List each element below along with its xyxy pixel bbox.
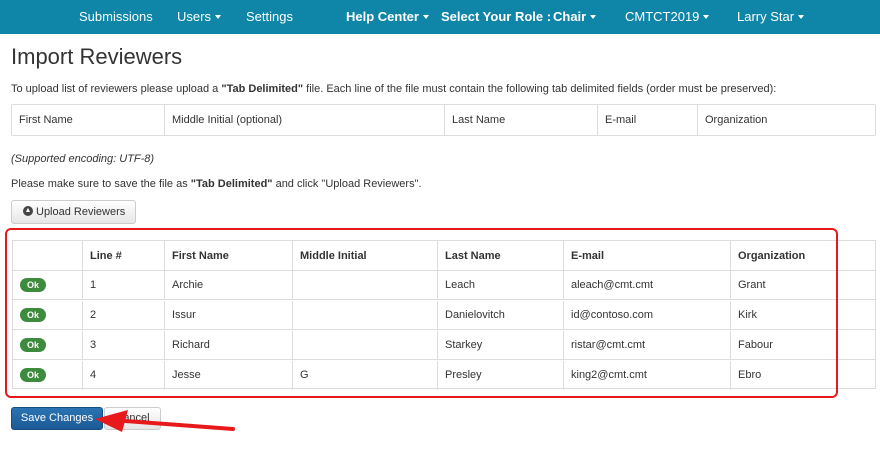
status-cell: Ok [13,331,83,359]
last-name-cell: Presley [438,361,564,390]
upload-reviewers-label: Upload Reviewers [36,206,126,218]
nav-submissions[interactable]: Submissions [79,0,153,34]
first-name-cell: Richard [165,331,293,359]
table-row: Ok 2 Issur Danielovitch id@contoso.com K… [13,301,875,330]
table-row: Ok 3 Richard Starkey ristar@cmt.cmt Fabo… [13,331,875,360]
last-name-cell: Danielovitch [438,301,564,329]
header-middle-initial: Middle Initial [293,241,438,270]
middle-initial-cell: G [293,361,438,390]
save-changes-button[interactable]: Save Changes [11,407,103,430]
status-badge: Ok [20,368,46,383]
middle-initial-cell [293,301,438,329]
status-cell: Ok [13,301,83,329]
role-value: Chair [553,9,587,24]
status-badge: Ok [20,338,46,353]
upload-reviewers-button[interactable]: ▲ Upload Reviewers [11,200,136,224]
status-cell: Ok [13,271,83,299]
conference-selector[interactable]: CMTCT2019 [625,0,710,34]
field-middle-initial: Middle Initial (optional) [165,105,445,135]
save-note-post: and click "Upload Reviewers". [272,178,422,190]
chevron-down-icon [422,14,429,19]
email-cell: king2@cmt.cmt [564,361,731,390]
encoding-note: (Supported encoding: UTF-8) [11,153,155,165]
cancel-button[interactable]: Cancel [104,407,161,430]
table-header: Line # First Name Middle Initial Last Na… [13,241,875,271]
field-first-name: First Name [12,105,165,135]
email-cell: ristar@cmt.cmt [564,331,731,359]
line-cell: 3 [83,331,165,359]
status-badge: Ok [20,278,46,293]
field-order-table: First Name Middle Initial (optional) Las… [11,104,876,136]
organization-cell: Kirk [738,309,757,321]
middle-initial-cell [293,271,438,299]
middle-initial-cell [293,331,438,359]
chevron-down-icon [214,14,221,19]
header-last-name: Last Name [438,241,564,270]
save-note-pre: Please make sure to save the file as [11,178,191,190]
nav-users[interactable]: Users [177,0,221,34]
line-cell: 2 [83,301,165,329]
user-menu[interactable]: Larry Star [737,0,805,34]
table-row: Ok 1 Archie Leach aleach@cmt.cmt Grant [13,271,875,300]
organization-cell: Ebro [738,369,762,381]
page-title: Import Reviewers [11,44,183,69]
nav-settings[interactable]: Settings [246,0,293,34]
nav-help-center-label: Help Center [346,9,419,24]
header-email: E-mail [564,241,731,270]
last-name-cell: Leach [438,271,564,299]
save-note-format: "Tab Delimited" [190,178,273,190]
organization-cell: Fabour [738,339,773,351]
status-badge: Ok [20,308,46,323]
status-cell: Ok [13,361,83,390]
organization-cell: Grant [738,279,766,291]
first-name-cell: Issur [165,301,293,329]
role-selector[interactable]: Chair [553,0,597,34]
instructions-format: "Tab Delimited" [221,83,304,95]
field-last-name: Last Name [445,105,598,135]
nav-users-label: Users [177,9,211,24]
instructions-text-post: file. Each line of the file must contain… [303,83,777,95]
email-cell: aleach@cmt.cmt [564,271,731,299]
top-navbar: Submissions Users Settings Help Center S… [0,0,880,34]
conference-name: CMTCT2019 [625,9,700,24]
header-status [13,241,83,270]
line-cell: 4 [83,361,165,390]
last-name-cell: Starkey [438,331,564,359]
table-row: Ok 4 Jesse G Presley king2@cmt.cmt Ebro [13,361,875,390]
nav-help-center[interactable]: Help Center [346,0,429,34]
chevron-down-icon [590,14,597,19]
first-name-cell: Archie [165,271,293,299]
user-name: Larry Star [737,9,795,24]
first-name-cell: Jesse [165,361,293,390]
line-cell: 1 [83,271,165,299]
upload-instructions: To upload list of reviewers please uploa… [11,83,776,95]
chevron-down-icon [703,14,710,19]
field-organization: Organization [705,114,768,126]
save-note: Please make sure to save the file as "Ta… [11,178,422,190]
header-line: Line # [83,241,165,270]
header-first-name: First Name [165,241,293,270]
instructions-text-pre: To upload list of reviewers please uploa… [11,83,222,95]
chevron-down-icon [798,14,805,19]
email-cell: id@contoso.com [564,301,731,329]
field-email: E-mail [598,105,698,135]
header-organization: Organization [738,250,806,262]
upload-icon: ▲ [23,206,33,217]
import-results-table: Line # First Name Middle Initial Last Na… [12,240,876,390]
role-label: Select Your Role : [441,9,552,24]
